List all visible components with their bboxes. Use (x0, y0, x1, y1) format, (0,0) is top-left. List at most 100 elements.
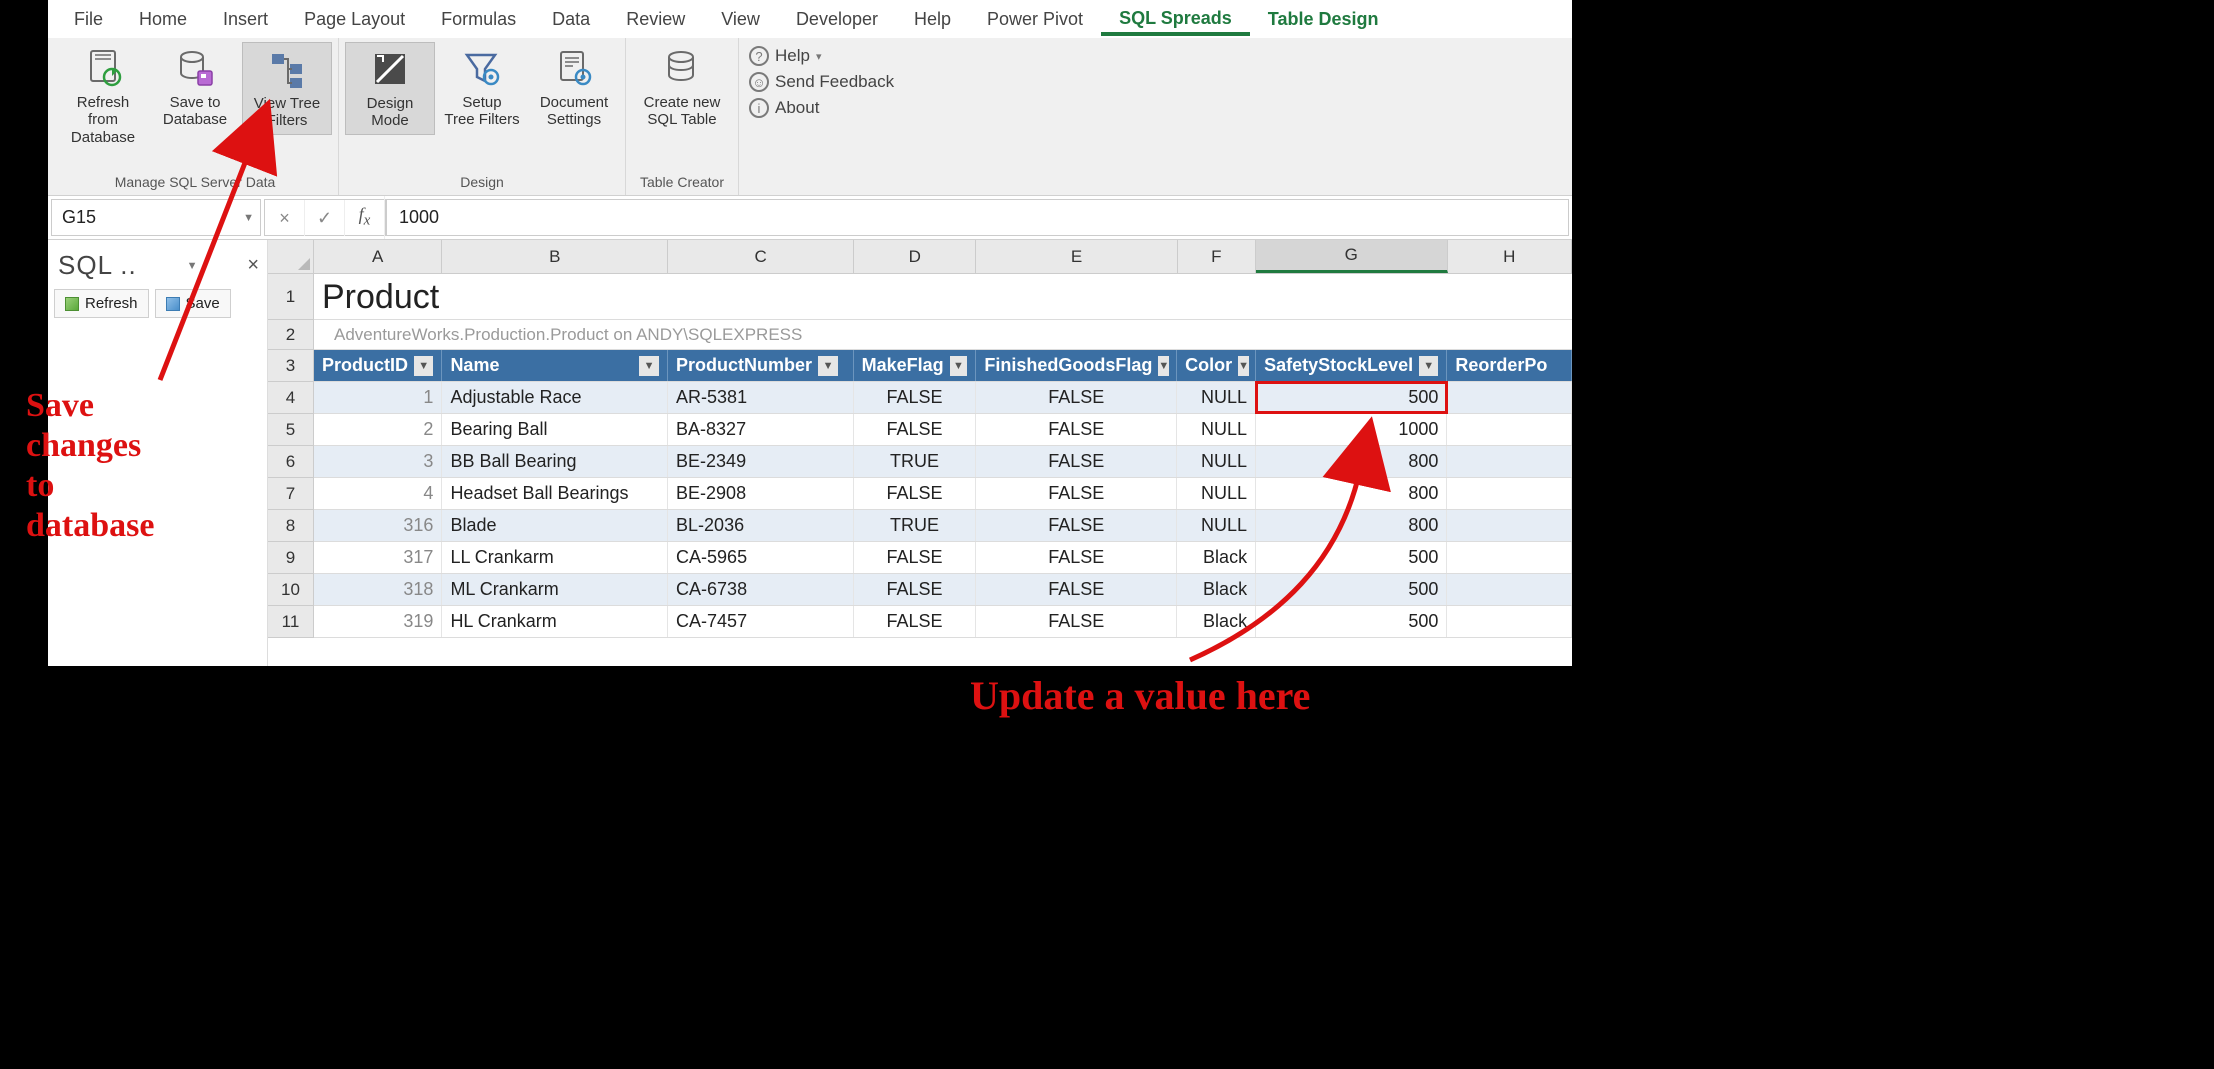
tab-help[interactable]: Help (896, 3, 969, 36)
column-headers[interactable]: A B C D E F G H (314, 240, 1572, 274)
spreadsheet[interactable]: A B C D E F G H 1 2 3 4 5 6 7 8 9 10 11 (268, 240, 1572, 666)
formula-input[interactable]: 1000 (386, 199, 1569, 236)
col-G[interactable]: G (1256, 240, 1447, 273)
hdr-color[interactable]: Color▼ (1177, 350, 1256, 381)
design-icon (368, 47, 412, 91)
tab-sql-spreads[interactable]: SQL Spreads (1101, 2, 1250, 36)
tab-page-layout[interactable]: Page Layout (286, 3, 423, 36)
table-row[interactable]: 316 Blade BL-2036 TRUE FALSE NULL 800 (314, 510, 1572, 542)
setup-tree-filters-button[interactable]: Setup Tree Filters (437, 42, 527, 133)
filter-icon[interactable]: ▼ (818, 356, 838, 376)
tab-power-pivot[interactable]: Power Pivot (969, 3, 1101, 36)
group-label: Manage SQL Server Data (58, 174, 332, 193)
sidepane-refresh-button[interactable]: Refresh (54, 289, 149, 318)
refresh-icon (81, 46, 125, 90)
ribbon-group-design: Design Mode Setup Tree Filters Document … (339, 38, 626, 195)
highlighted-cell[interactable]: 500 (1256, 382, 1447, 413)
col-D[interactable]: D (854, 240, 977, 273)
hdr-reorder[interactable]: ReorderPo (1447, 350, 1572, 381)
table-row[interactable]: 2 Bearing Ball BA-8327 FALSE FALSE NULL … (314, 414, 1572, 446)
hdr-safetystocklevel[interactable]: SafetyStockLevel▼ (1256, 350, 1447, 381)
filter-icon[interactable]: ▼ (950, 356, 968, 376)
col-C[interactable]: C (668, 240, 854, 273)
sidepane-save-button[interactable]: Save (155, 289, 231, 318)
hdr-makeflag[interactable]: MakeFlag▼ (854, 350, 977, 381)
tab-file[interactable]: File (56, 3, 121, 36)
accept-icon[interactable]: ✓ (305, 200, 345, 236)
row-7[interactable]: 7 (268, 478, 313, 510)
chevron-down-icon[interactable]: ▼ (187, 260, 198, 272)
row-5[interactable]: 5 (268, 414, 313, 446)
label: Refresh (85, 295, 138, 312)
row-6[interactable]: 6 (268, 446, 313, 478)
fx-controls: × ✓ fx (264, 199, 386, 236)
filter-icon[interactable]: ▼ (639, 356, 659, 376)
design-mode-button[interactable]: Design Mode (345, 42, 435, 135)
table-row[interactable]: 318 ML Crankarm CA-6738 FALSE FALSE Blac… (314, 574, 1572, 606)
send-feedback-link[interactable]: ☺ Send Feedback (749, 72, 894, 92)
table-row[interactable]: 319 HL Crankarm CA-7457 FALSE FALSE Blac… (314, 606, 1572, 638)
doc-gear-icon (552, 46, 596, 90)
tab-data[interactable]: Data (534, 3, 608, 36)
filter-icon[interactable]: ▼ (1158, 356, 1169, 376)
filter-icon[interactable]: ▼ (1238, 356, 1249, 376)
row-1[interactable]: 1 (268, 274, 313, 320)
label: Create new (644, 94, 721, 111)
select-all-corner[interactable] (268, 240, 314, 274)
label2: Database (71, 129, 135, 146)
tab-home[interactable]: Home (121, 3, 205, 36)
feedback-label: Send Feedback (775, 72, 894, 92)
help-label: Help (775, 46, 810, 66)
fx-icon[interactable]: fx (345, 196, 385, 239)
sidepane-title: SQL .. (58, 250, 137, 281)
tab-formulas[interactable]: Formulas (423, 3, 534, 36)
filter-icon[interactable]: ▼ (414, 356, 433, 376)
col-E[interactable]: E (976, 240, 1177, 273)
filter-icon[interactable]: ▼ (1419, 356, 1438, 376)
create-new-sql-table-button[interactable]: Create new SQL Table (632, 42, 732, 133)
label2: Tree Filters (444, 111, 519, 128)
info-icon: i (749, 98, 769, 118)
row-11[interactable]: 11 (268, 606, 313, 638)
tab-table-design[interactable]: Table Design (1250, 3, 1397, 36)
hdr-productnumber[interactable]: ProductNumber▼ (668, 350, 854, 381)
row-8[interactable]: 8 (268, 510, 313, 542)
document-settings-button[interactable]: Document Settings (529, 42, 619, 133)
table-row[interactable]: 3 BB Ball Bearing BE-2349 TRUE FALSE NUL… (314, 446, 1572, 478)
hdr-productid[interactable]: ProductID▼ (314, 350, 442, 381)
row-2[interactable]: 2 (268, 320, 313, 350)
tab-review[interactable]: Review (608, 3, 703, 36)
table-meta-row: AdventureWorks.Production.Product on AND… (314, 320, 1572, 350)
view-tree-filters-button[interactable]: View Tree Filters (242, 42, 332, 135)
refresh-from-database-button[interactable]: Refresh from Database (58, 42, 148, 150)
tab-view[interactable]: View (703, 3, 778, 36)
row-3[interactable]: 3 (268, 350, 313, 382)
row-headers[interactable]: 1 2 3 4 5 6 7 8 9 10 11 (268, 274, 314, 638)
tab-insert[interactable]: Insert (205, 3, 286, 36)
table-row[interactable]: 317 LL Crankarm CA-5965 FALSE FALSE Blac… (314, 542, 1572, 574)
about-label: About (775, 98, 819, 118)
row-4[interactable]: 4 (268, 382, 313, 414)
col-H[interactable]: H (1448, 240, 1572, 273)
col-A[interactable]: A (314, 240, 442, 273)
hdr-name[interactable]: Name▼ (442, 350, 668, 381)
hdr-finishedgoodsflag[interactable]: FinishedGoodsFlag▼ (976, 350, 1177, 381)
col-B[interactable]: B (442, 240, 668, 273)
label: Document (540, 94, 608, 111)
about-link[interactable]: i About (749, 98, 894, 118)
cancel-icon[interactable]: × (265, 200, 305, 236)
table-row[interactable]: 4 Headset Ball Bearings BE-2908 FALSE FA… (314, 478, 1572, 510)
group-label: Table Creator (632, 174, 732, 193)
row-9[interactable]: 9 (268, 542, 313, 574)
tab-developer[interactable]: Developer (778, 3, 896, 36)
menu-tabs: File Home Insert Page Layout Formulas Da… (48, 0, 1572, 38)
close-icon[interactable]: × (247, 254, 259, 277)
cells-grid[interactable]: Product AdventureWorks.Production.Produc… (314, 274, 1572, 638)
help-link[interactable]: ? Help ▾ (749, 46, 894, 66)
chevron-down-icon[interactable]: ▼ (243, 212, 254, 224)
col-F[interactable]: F (1178, 240, 1257, 273)
row-10[interactable]: 10 (268, 574, 313, 606)
table-row[interactable]: 1 Adjustable Race AR-5381 FALSE FALSE NU… (314, 382, 1572, 414)
save-to-database-button[interactable]: Save to Database (150, 42, 240, 133)
name-box[interactable]: G15 ▼ (51, 199, 261, 236)
